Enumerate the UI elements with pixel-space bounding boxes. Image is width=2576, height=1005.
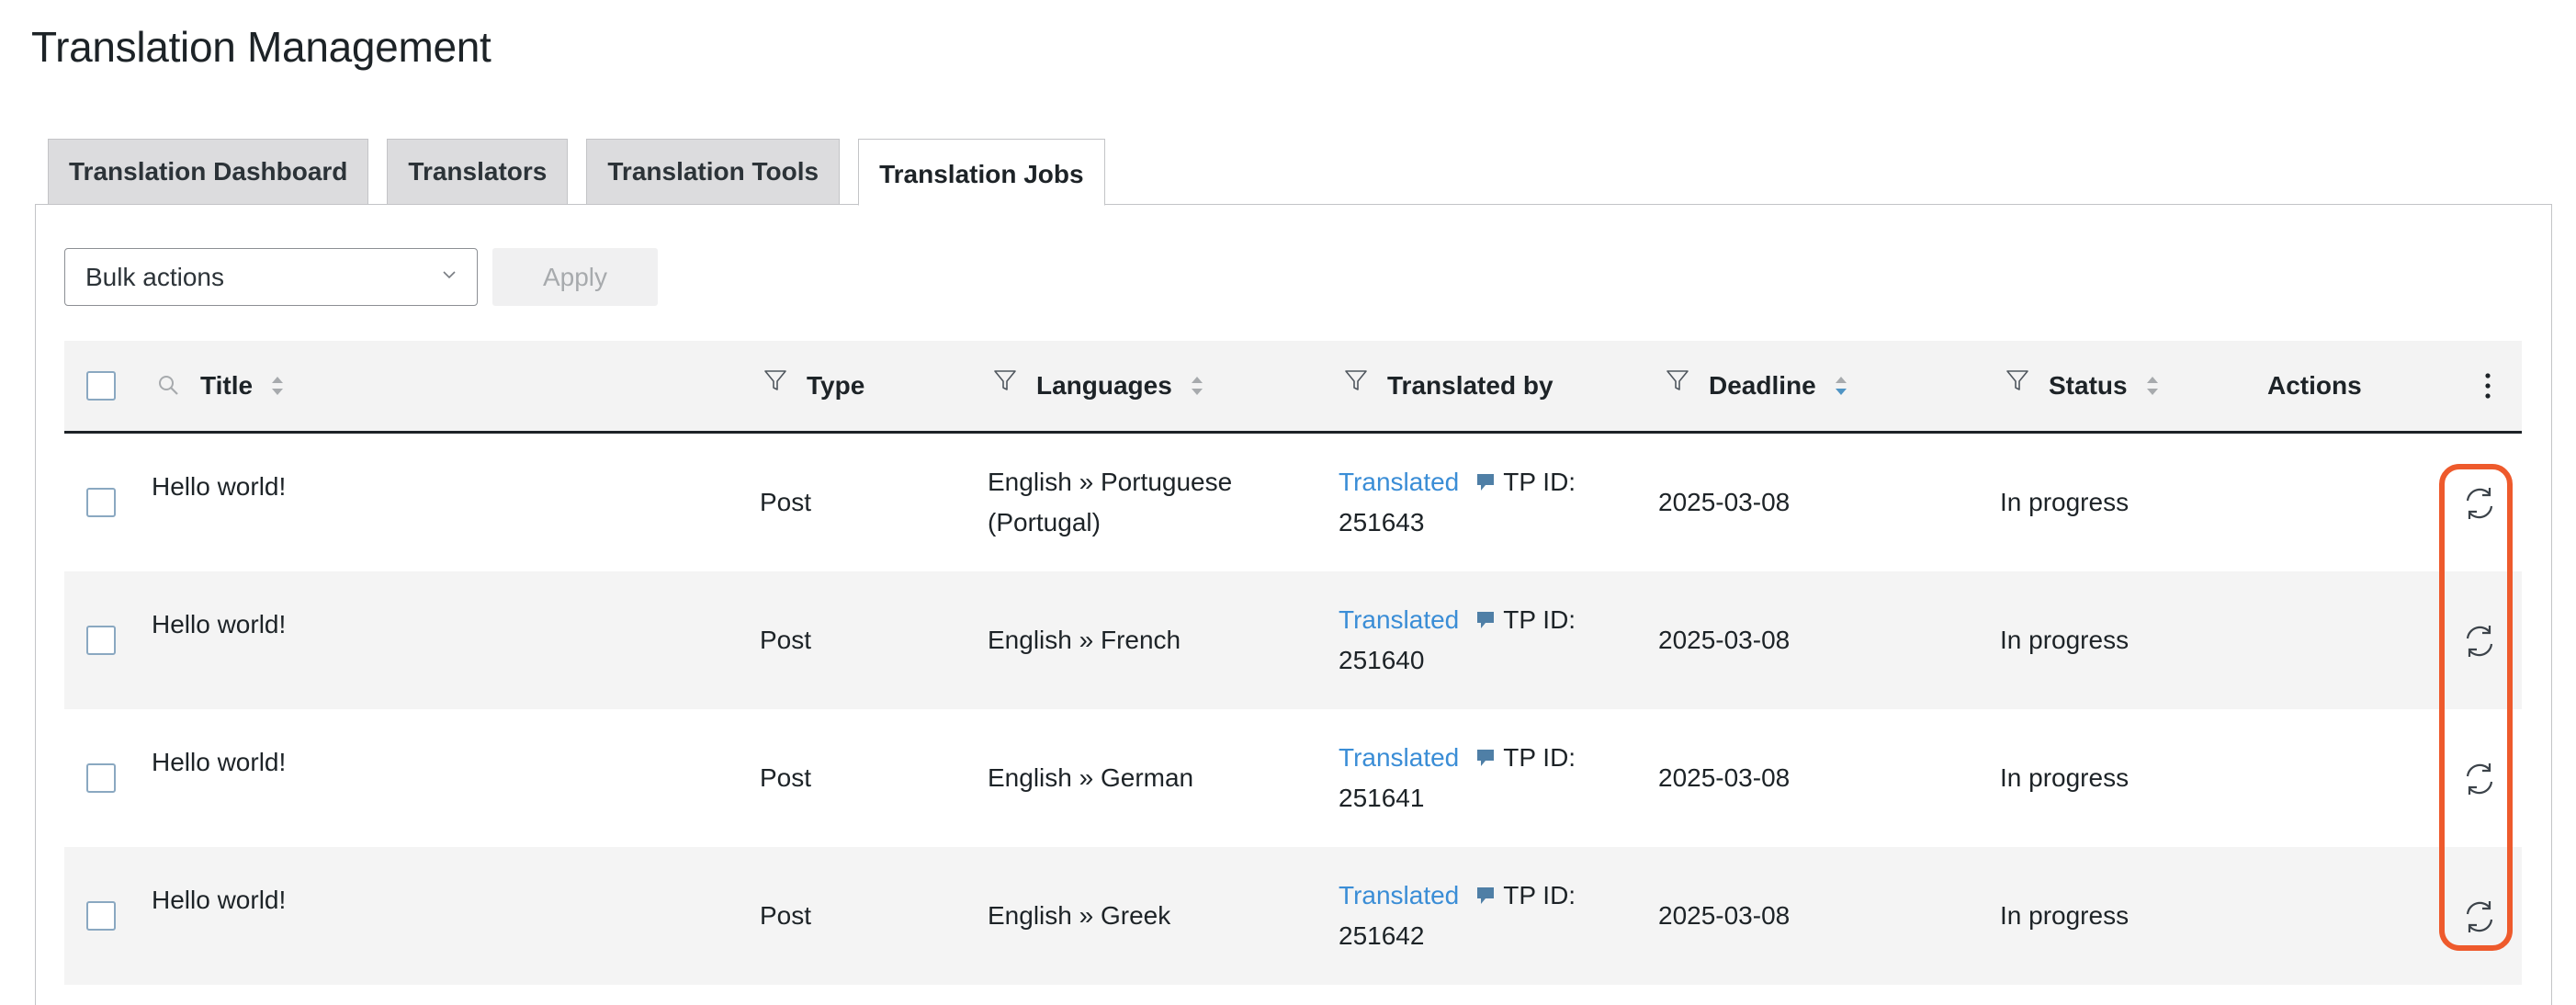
tp-id-label: TP ID: (1503, 605, 1576, 634)
translated-link[interactable]: Translated (1339, 875, 1459, 916)
tab-bar: Translation Dashboard Translators Transl… (48, 139, 1124, 206)
comment-icon[interactable] (1475, 609, 1496, 631)
sort-icon[interactable] (269, 373, 286, 399)
column-languages[interactable]: Languages (992, 341, 1205, 431)
filter-icon[interactable] (1343, 367, 1369, 393)
row-type: Post (760, 901, 812, 930)
page-title: Translation Management (31, 23, 491, 71)
table-row: Hello world! Post English » Portuguese (… (64, 434, 2522, 571)
apply-button[interactable]: Apply (492, 248, 658, 306)
table-row: Hello world! Post English » French Trans… (64, 571, 2522, 709)
translated-link[interactable]: Translated (1339, 600, 1459, 640)
filter-icon[interactable] (992, 367, 1018, 393)
column-translated-by[interactable]: Translated by (1343, 341, 1554, 431)
row-languages: English » Greek (988, 901, 1171, 930)
tp-id-label: TP ID: (1503, 743, 1576, 772)
row-checkbox[interactable] (86, 488, 116, 517)
column-status[interactable]: Status (2005, 341, 2161, 431)
column-title-label: Title (200, 371, 254, 400)
row-status: In progress (2000, 626, 2130, 654)
comment-icon[interactable] (1475, 885, 1496, 907)
row-type: Post (760, 626, 812, 654)
column-actions: Actions (2267, 341, 2362, 431)
tab-translation-tools[interactable]: Translation Tools (586, 139, 841, 205)
table-row: Hello world! Post English » Greek Transl… (64, 847, 2522, 985)
more-vertical-icon[interactable] (2482, 371, 2493, 401)
row-type: Post (760, 488, 812, 516)
row-type: Post (760, 763, 812, 792)
column-status-label: Status (2049, 371, 2128, 400)
column-options[interactable] (2482, 341, 2493, 431)
row-checkbox[interactable] (86, 763, 116, 793)
sort-icon[interactable] (1833, 373, 1849, 399)
bulk-actions-select[interactable]: Bulk actions (64, 248, 478, 306)
row-translated-by: Translated TP ID: 251643 (1339, 462, 1576, 543)
annotation-highlight (2439, 464, 2513, 951)
tp-id-value: 251640 (1339, 646, 1425, 674)
tab-translators[interactable]: Translators (387, 139, 569, 205)
row-deadline: 2025-03-08 (1658, 626, 1791, 654)
column-title[interactable]: Title (156, 341, 286, 431)
comment-icon[interactable] (1475, 471, 1496, 493)
tp-id-value: 251643 (1339, 508, 1425, 536)
row-deadline: 2025-03-08 (1658, 901, 1791, 930)
row-languages-line2: (Portugal) (988, 508, 1101, 536)
column-translated-by-label: Translated by (1387, 371, 1554, 400)
row-languages: English » Portuguese (Portugal) (988, 462, 1232, 543)
search-icon[interactable] (156, 373, 182, 399)
table-row: Hello world! Post English » German Trans… (64, 709, 2522, 847)
row-deadline: 2025-03-08 (1658, 488, 1791, 516)
column-type-label: Type (807, 371, 865, 400)
comment-icon[interactable] (1475, 747, 1496, 769)
column-deadline-label: Deadline (1709, 371, 1816, 400)
row-checkbox[interactable] (86, 901, 116, 931)
chevron-down-icon (443, 271, 456, 279)
row-languages: English » German (988, 763, 1194, 792)
translated-link[interactable]: Translated (1339, 738, 1459, 778)
row-title[interactable]: Hello world! (152, 604, 286, 645)
column-actions-label: Actions (2267, 371, 2362, 400)
row-languages-line1: English » Portuguese (988, 468, 1233, 496)
tab-translation-dashboard[interactable]: Translation Dashboard (48, 139, 369, 205)
filter-icon[interactable] (2005, 367, 2030, 393)
column-type[interactable]: Type (763, 341, 864, 431)
row-title[interactable]: Hello world! (152, 742, 286, 783)
column-deadline[interactable]: Deadline (1665, 341, 1849, 431)
sort-icon[interactable] (2144, 373, 2161, 399)
row-translated-by: Translated TP ID: 251641 (1339, 738, 1576, 819)
row-title[interactable]: Hello world! (152, 467, 286, 507)
row-checkbox[interactable] (86, 626, 116, 655)
row-title[interactable]: Hello world! (152, 880, 286, 920)
select-all-cell (86, 341, 116, 431)
filter-icon[interactable] (1665, 367, 1690, 393)
tab-translation-jobs[interactable]: Translation Jobs (858, 139, 1105, 206)
tp-id-label: TP ID: (1503, 468, 1576, 496)
row-translated-by: Translated TP ID: 251640 (1339, 600, 1576, 681)
tp-id-value: 251641 (1339, 784, 1425, 812)
table-header: Title Type Languages Translated by Deadl… (64, 341, 2522, 434)
tp-id-value: 251642 (1339, 921, 1425, 950)
row-languages: English » French (988, 626, 1181, 654)
row-status: In progress (2000, 763, 2130, 792)
row-translated-by: Translated TP ID: 251642 (1339, 875, 1576, 956)
row-deadline: 2025-03-08 (1658, 763, 1791, 792)
bulk-actions-label: Bulk actions (85, 262, 224, 291)
sort-icon[interactable] (1189, 373, 1205, 399)
column-languages-label: Languages (1036, 371, 1172, 400)
tp-id-label: TP ID: (1503, 881, 1576, 909)
row-status: In progress (2000, 901, 2130, 930)
filter-icon[interactable] (763, 367, 788, 393)
select-all-checkbox[interactable] (86, 371, 116, 401)
translated-link[interactable]: Translated (1339, 462, 1459, 502)
row-status: In progress (2000, 488, 2130, 516)
